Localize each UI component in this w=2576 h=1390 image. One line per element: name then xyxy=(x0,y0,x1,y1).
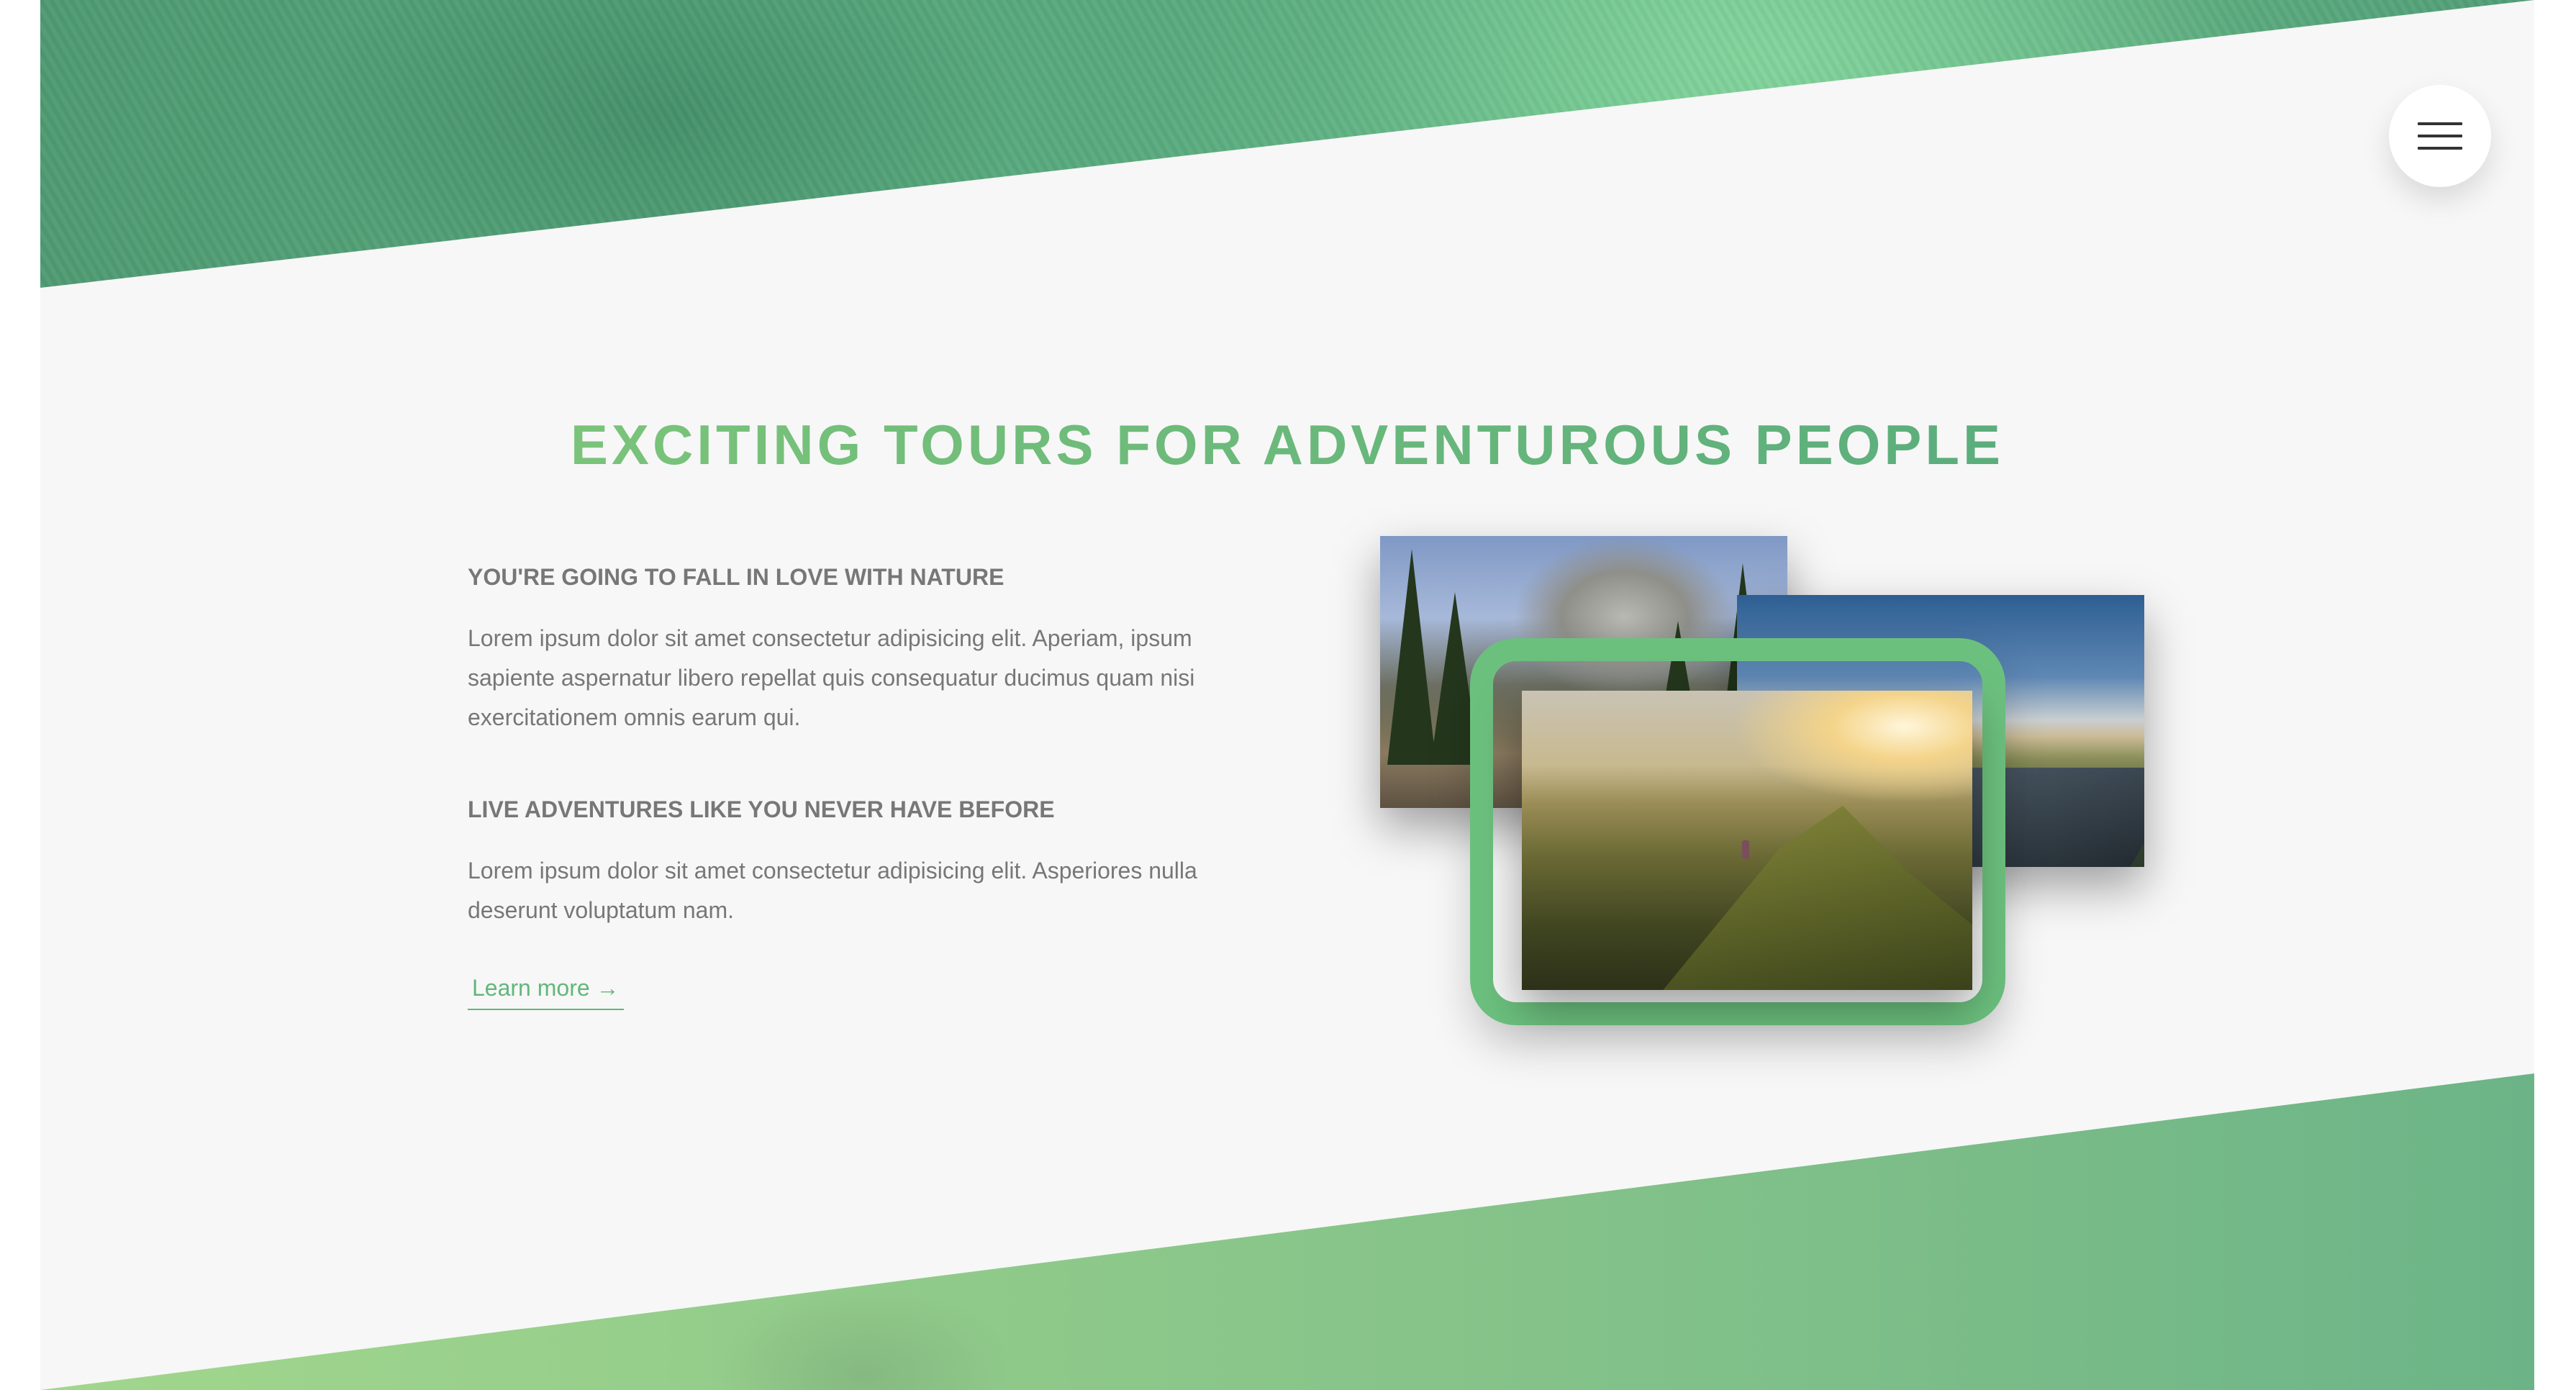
about-text-column: YOU'RE GOING TO FALL IN LOVE WITH NATURE… xyxy=(468,561,1230,1010)
paragraph-live-adventures: Lorem ipsum dolor sit amet consectetur a… xyxy=(468,858,1197,923)
navigation-menu-button[interactable] xyxy=(2389,85,2491,187)
mountain-ridge-hiker-photo[interactable] xyxy=(1522,691,1972,990)
page-viewport: EXCITING TOURS FOR ADVENTUROUS PEOPLE YO… xyxy=(40,0,2534,1390)
section-title: EXCITING TOURS FOR ADVENTUROUS PEOPLE xyxy=(40,412,2534,478)
footer-image-band xyxy=(40,1073,2534,1390)
heading-fall-in-love: YOU'RE GOING TO FALL IN LOVE WITH NATURE xyxy=(468,564,1004,590)
paragraph-fall-in-love: Lorem ipsum dolor sit amet consectetur a… xyxy=(468,625,1195,730)
header-image-band xyxy=(40,0,2534,288)
photo-composition xyxy=(1380,536,2144,1054)
learn-more-link[interactable]: Learn more → xyxy=(468,971,624,1010)
heading-live-adventures: LIVE ADVENTURES LIKE YOU NEVER HAVE BEFO… xyxy=(468,796,1055,822)
